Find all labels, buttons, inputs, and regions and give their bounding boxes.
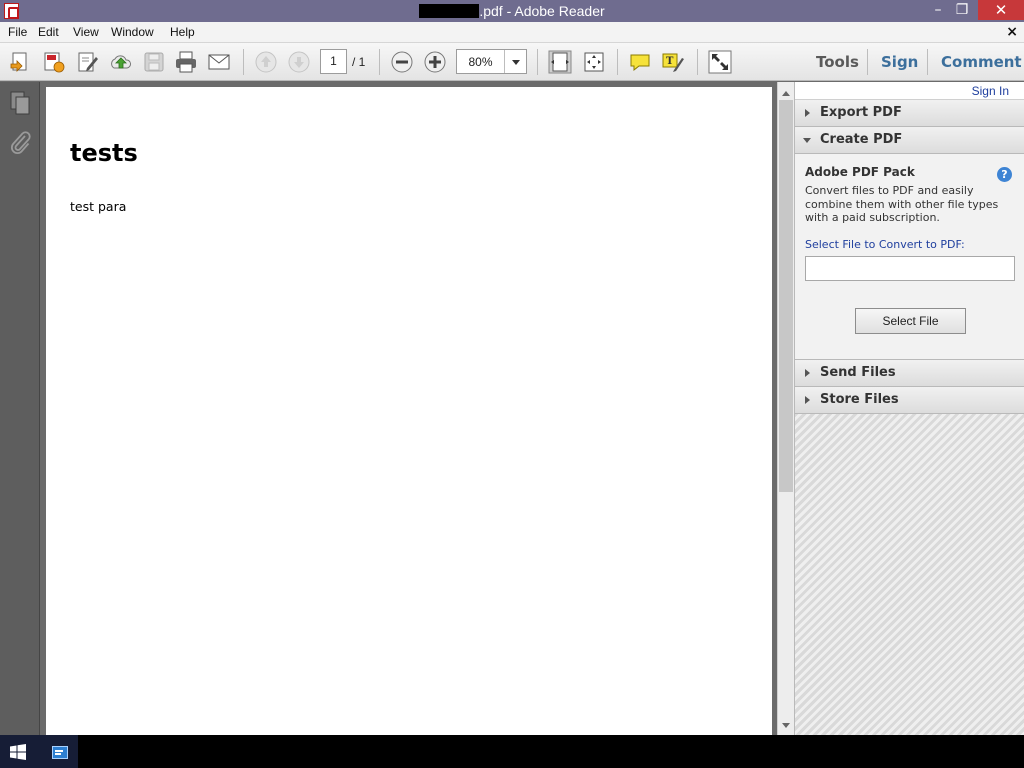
scrollbar-thumb[interactable] xyxy=(779,100,793,492)
zoom-in-icon[interactable] xyxy=(423,50,447,74)
scroll-up-arrow-icon[interactable] xyxy=(778,82,794,98)
create-pdf-panel: Adobe PDF Pack ? Convert files to PDF an… xyxy=(795,154,1024,360)
minimize-button[interactable]: – xyxy=(926,0,950,20)
pdf-pack-title: Adobe PDF Pack xyxy=(805,165,915,179)
file-path-input[interactable] xyxy=(805,256,1015,281)
toolbar-separator xyxy=(697,49,698,75)
close-document-button[interactable]: × xyxy=(1006,24,1018,40)
menu-edit[interactable]: Edit xyxy=(38,25,59,39)
create-pdf-section[interactable]: Create PDF xyxy=(795,127,1024,154)
close-window-button[interactable]: ✕ xyxy=(978,0,1024,20)
windows-start-icon[interactable] xyxy=(10,744,26,760)
select-file-label: Select File to Convert to PDF: xyxy=(805,238,965,251)
toolbar-separator xyxy=(379,49,380,75)
pdf-page[interactable]: tests test para xyxy=(46,87,772,735)
send-files-section[interactable]: Send Files xyxy=(795,360,1024,387)
tools-pane: Sign In Export PDF Create PDF Adobe PDF … xyxy=(794,82,1024,735)
toolbar-separator xyxy=(867,49,868,75)
store-files-section[interactable]: Store Files xyxy=(795,387,1024,414)
section-label: Create PDF xyxy=(820,132,903,147)
cloud-upload-icon[interactable] xyxy=(109,50,133,74)
toolbar-separator xyxy=(537,49,538,75)
document-view[interactable]: tests test para xyxy=(41,82,777,735)
chevron-down-icon[interactable] xyxy=(504,50,526,73)
zoom-value: 80% xyxy=(468,55,493,69)
create-pdf-icon[interactable] xyxy=(42,50,66,74)
next-page-icon[interactable] xyxy=(287,50,311,74)
expand-arrow-icon xyxy=(805,396,814,404)
full-screen-icon[interactable] xyxy=(708,50,732,74)
menu-window[interactable]: Window xyxy=(111,25,154,39)
document-paragraph: test para xyxy=(70,199,127,214)
title-bar: .pdf - Adobe Reader – ❐ ✕ xyxy=(0,0,1024,22)
menu-bar: File Edit View Window Help × xyxy=(0,22,1024,43)
scroll-down-arrow-icon[interactable] xyxy=(778,719,794,735)
open-file-icon[interactable] xyxy=(9,50,33,74)
window-title-text: .pdf - Adobe Reader xyxy=(479,3,605,19)
section-label: Send Files xyxy=(820,365,896,380)
select-file-button[interactable]: Select File xyxy=(855,308,966,334)
comment-pane-button[interactable]: Comment xyxy=(941,53,1022,71)
document-heading: tests xyxy=(70,139,138,167)
pdf-pack-description: Convert files to PDF and easily combine … xyxy=(805,184,999,224)
section-label: Export PDF xyxy=(820,105,902,120)
section-label: Store Files xyxy=(820,392,899,407)
page-total: / 1 xyxy=(352,55,366,69)
fit-width-icon[interactable] xyxy=(582,50,606,74)
page-number-input[interactable]: 1 xyxy=(320,49,347,74)
previous-page-icon[interactable] xyxy=(254,50,278,74)
help-icon[interactable]: ? xyxy=(997,167,1012,182)
window-title: .pdf - Adobe Reader xyxy=(0,3,1024,19)
taskbar-tray xyxy=(0,735,78,768)
sign-in-link[interactable]: Sign In xyxy=(972,84,1009,98)
paperclip-icon[interactable] xyxy=(8,130,32,156)
expand-arrow-icon xyxy=(805,369,814,377)
toolbar-separator xyxy=(927,49,928,75)
zoom-select[interactable]: 80% xyxy=(456,49,527,74)
redacted-filename xyxy=(419,4,480,18)
vertical-scrollbar[interactable] xyxy=(777,82,794,735)
collapse-arrow-icon xyxy=(803,138,811,147)
sign-pane-button[interactable]: Sign xyxy=(881,53,918,71)
edit-pdf-icon[interactable] xyxy=(76,50,100,74)
zoom-out-icon[interactable] xyxy=(390,50,414,74)
menu-help[interactable]: Help xyxy=(170,25,195,39)
menu-file[interactable]: File xyxy=(8,25,27,39)
sticky-note-icon[interactable] xyxy=(628,50,652,74)
print-icon[interactable] xyxy=(174,50,198,74)
highlight-text-icon[interactable]: T xyxy=(661,50,685,74)
svg-text:T: T xyxy=(666,56,674,67)
sign-in-bar: Sign In xyxy=(795,82,1024,100)
menu-view[interactable]: View xyxy=(73,25,99,39)
restore-button[interactable]: ❐ xyxy=(950,0,974,20)
page-thumbnails-icon[interactable] xyxy=(8,90,32,116)
toolbar-separator xyxy=(617,49,618,75)
toolbar-separator xyxy=(243,49,244,75)
taskbar xyxy=(0,735,1024,768)
navigation-pane xyxy=(0,82,40,735)
expand-arrow-icon xyxy=(805,109,814,117)
export-pdf-section[interactable]: Export PDF xyxy=(795,100,1024,127)
tools-pane-button[interactable]: Tools xyxy=(816,53,859,71)
file-explorer-icon[interactable] xyxy=(52,745,68,759)
save-icon[interactable] xyxy=(142,50,166,74)
fit-page-icon[interactable] xyxy=(548,50,572,74)
toolbar: 1 / 1 80% T Tools Sign Comment xyxy=(0,43,1024,81)
email-icon[interactable] xyxy=(207,50,231,74)
